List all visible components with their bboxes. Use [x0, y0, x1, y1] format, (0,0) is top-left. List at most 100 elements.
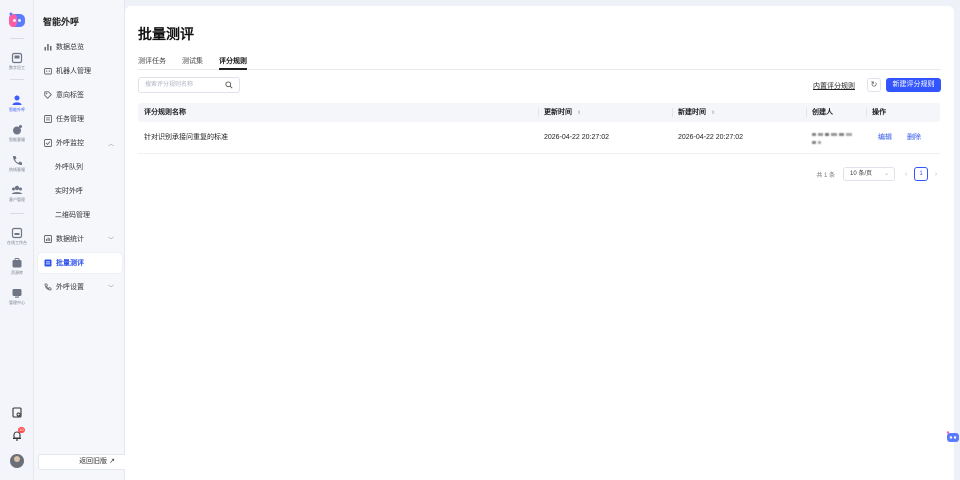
rail-notification-button[interactable]: 10: [0, 427, 34, 441]
rail-item-digital-employee[interactable]: 数字员工: [0, 52, 34, 71]
next-page-button[interactable]: ›: [931, 171, 941, 178]
tab-test-sets[interactable]: 测试集: [182, 56, 203, 70]
column-header-label: 新建时间: [678, 109, 706, 116]
sidebar-item-label: 二维码管理: [55, 212, 90, 219]
total-count: 共 1 条: [816, 172, 835, 179]
sidebar-item-label: 意向标签: [56, 92, 84, 99]
rail-item-hotline[interactable]: 热线客服: [0, 154, 34, 173]
rail-label: 数字员工: [9, 65, 25, 70]
edit-action[interactable]: 编辑: [878, 122, 892, 154]
rail-label: 智能外呼: [9, 107, 25, 112]
chevron-down-icon: ﹀: [107, 238, 114, 244]
task-list-icon: [44, 115, 52, 123]
rule-name-cell: 针对识别承接问重复的标准: [144, 134, 228, 141]
statistics-icon: [44, 235, 52, 243]
rail-label: 在线工作台: [7, 240, 27, 245]
sidebar-item-data-statistics[interactable]: 数据统计 ﹀: [38, 229, 122, 249]
rail-label: 客户管理: [9, 197, 25, 202]
column-header-label: 更新时间: [544, 109, 572, 116]
delete-link[interactable]: 删除: [907, 134, 921, 141]
evaluation-icon: [44, 259, 52, 267]
rail-item-outbound-call[interactable]: 智能外呼: [0, 94, 34, 113]
sidebar-item-batch-evaluation[interactable]: 批量测评: [38, 253, 122, 273]
column-header-updated[interactable]: 更新时间 ⬍: [538, 103, 581, 122]
tab-evaluation-tasks[interactable]: 测评任务: [138, 56, 166, 70]
created-time-cell: 2026-04-22 20:27:02: [678, 134, 743, 141]
rail-item-smart-service[interactable]: 智能客服: [0, 124, 34, 143]
tab-scoring-rules[interactable]: 评分规则: [219, 56, 247, 70]
column-header-name: 评分规则名称: [144, 103, 186, 122]
rail-label: 智能客服: [9, 137, 25, 142]
app-logo-icon[interactable]: [8, 12, 26, 28]
chevron-up-icon: ︿: [107, 142, 114, 148]
search-input[interactable]: [139, 78, 219, 92]
rail-item-resource[interactable]: 资源库: [0, 257, 34, 276]
prev-page-button[interactable]: ‹: [901, 171, 911, 178]
digital-employee-icon: [11, 52, 23, 64]
resource-icon: [12, 258, 22, 268]
outbound-call-icon: [12, 95, 22, 105]
bar-chart-icon: [44, 44, 52, 51]
sidebar-item-realtime-call[interactable]: 实时外呼: [38, 181, 122, 201]
creator-cell-redacted: [812, 131, 858, 163]
sidebar-item-robot-management[interactable]: 机器人管理: [38, 61, 122, 81]
column-header-label: 创建人: [812, 109, 833, 116]
user-avatar-button[interactable]: [0, 454, 34, 468]
chevron-down-icon: ﹀: [107, 286, 114, 292]
rail-doc-button[interactable]: [0, 407, 34, 418]
page-title: 批量测评: [138, 26, 194, 42]
sidebar-item-label: 外呼设置: [56, 284, 84, 291]
tab-bar: 测评任务 测试集 评分规则: [138, 56, 941, 70]
floating-assistant-icon[interactable]: [945, 430, 960, 444]
main-panel: 批量测评 测评任务 测试集 评分规则 内置评分规则 ↻ 新建评分规则 评分规则名…: [125, 6, 954, 480]
pagination: 共 1 条 10 条/页 ⌄ ‹ 1 ›: [816, 166, 941, 182]
smart-service-icon: [13, 125, 22, 135]
rail-item-workbench[interactable]: 在线工作台: [0, 227, 34, 246]
page-size-value: 10 条/页: [850, 171, 873, 177]
sidebar-item-label: 实时外呼: [55, 188, 83, 195]
admin-icon: [12, 289, 22, 298]
app-rail: 数字员工 智能外呼 智能客服 热线客服 客户管理 在线工作台 资源库 管理中心 …: [0, 0, 34, 480]
table-header: 评分规则名称 更新时间 ⬍ 新建时间 ⬍ 创建人 操作: [138, 103, 940, 122]
robot-icon: [44, 68, 52, 75]
external-link-icon: ↗: [109, 458, 115, 465]
sidebar-item-data-overview[interactable]: 数据总览: [38, 37, 122, 57]
search-icon[interactable]: [225, 81, 233, 89]
rail-label: 热线客服: [9, 167, 25, 172]
hotline-icon: [13, 156, 22, 165]
refresh-button[interactable]: ↻: [867, 78, 881, 92]
sidebar-item-task-management[interactable]: 任务管理: [38, 109, 122, 129]
sidebar-item-label: 数据统计: [56, 236, 84, 243]
column-header-created[interactable]: 新建时间 ⬍: [672, 103, 715, 122]
sidebar-item-qrcode-management[interactable]: 二维码管理: [38, 205, 122, 225]
chevron-down-icon: ⌄: [883, 171, 889, 177]
delete-action[interactable]: 删除: [907, 122, 921, 154]
column-header-label: 操作: [872, 109, 886, 116]
sidebar-item-label: 外呼监控: [56, 140, 84, 147]
sidebar-item-call-monitor[interactable]: 外呼监控 ︿: [38, 133, 122, 153]
rail-label: 管理中心: [9, 300, 25, 305]
sidebar-item-call-queue[interactable]: 外呼队列: [38, 157, 122, 177]
new-rule-button[interactable]: 新建评分规则: [886, 78, 941, 92]
sidebar-item-intent-tags[interactable]: 意向标签: [38, 85, 122, 105]
builtin-rules-link[interactable]: 内置评分规则: [813, 81, 855, 91]
sidebar-item-label: 批量测评: [56, 260, 84, 267]
sort-icon[interactable]: ⬍: [711, 110, 715, 116]
rail-item-customer[interactable]: 客户管理: [0, 184, 34, 203]
rail-item-admin[interactable]: 管理中心: [0, 287, 34, 306]
refresh-icon: ↻: [870, 80, 878, 89]
sidebar: 智能外呼 数据总览 机器人管理 意向标签 任务管理 外呼监控 ︿ 外呼队列 实时…: [34, 0, 154, 480]
document-icon: [12, 407, 22, 418]
page-number-current[interactable]: 1: [914, 167, 928, 181]
sidebar-item-call-settings[interactable]: 外呼设置 ﹀: [38, 277, 122, 297]
rules-table: 评分规则名称 更新时间 ⬍ 新建时间 ⬍ 创建人 操作 针对识别承接问重复的标准 2…: [138, 103, 940, 154]
rail-label: 资源库: [11, 270, 23, 275]
notification-badge: 10: [18, 427, 25, 433]
back-button-label: 返回旧版: [79, 458, 108, 465]
updated-time-cell: 2026-04-22 20:27:02: [544, 134, 609, 141]
sidebar-item-label: 数据总览: [56, 44, 84, 51]
workbench-icon: [11, 227, 23, 239]
sort-icon[interactable]: ⬍: [577, 110, 581, 116]
edit-link[interactable]: 编辑: [878, 134, 892, 141]
page-size-select[interactable]: 10 条/页 ⌄: [843, 167, 895, 181]
